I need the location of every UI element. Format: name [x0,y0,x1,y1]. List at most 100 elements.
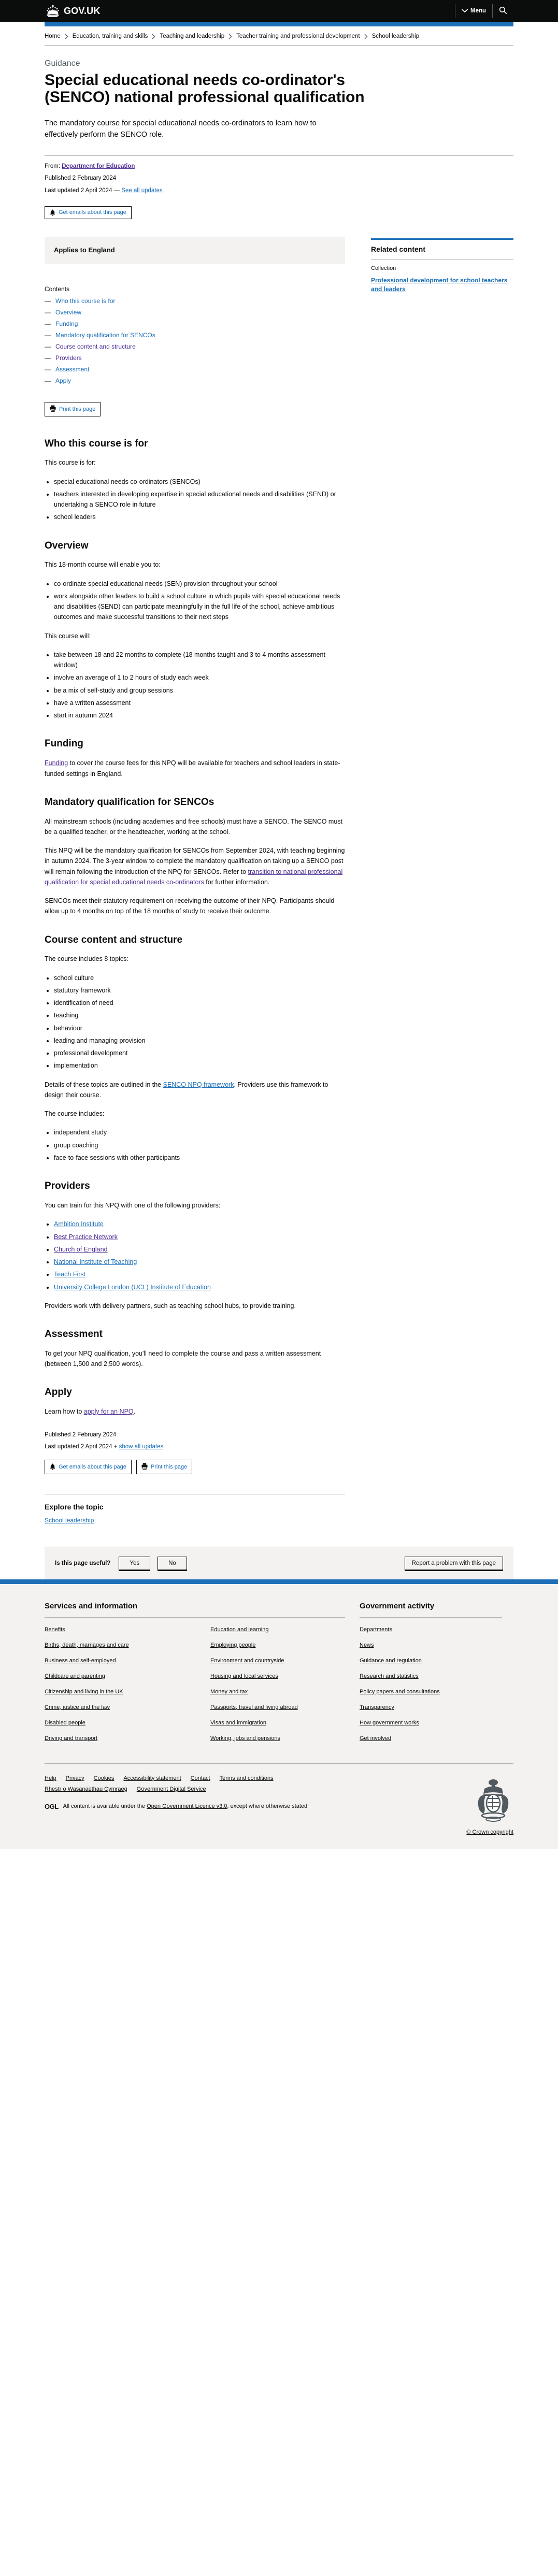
explore-topic-link[interactable]: School leadership [45,1517,345,1524]
footer-link-benefits[interactable]: Benefits [45,1627,65,1633]
report-problem-button[interactable]: Report a problem with this page [404,1556,503,1570]
published-label: Published [45,175,71,182]
footer-link-contact[interactable]: Contact [191,1775,210,1781]
menu-button[interactable]: Menu [455,0,492,22]
get-emails-button[interactable]: Get emails about this page [45,206,132,219]
feedback-no-button[interactable]: No [158,1556,187,1570]
list-item: Working, jobs and pensions [210,1733,345,1743]
section-heading-mandatory: Mandatory qualification for SENCOs [45,796,214,808]
contents-label: Contents [45,285,70,293]
contents-link-1[interactable]: Overview [55,309,81,316]
print-page-button-footer[interactable]: Print this page [136,1459,193,1474]
footer-link-citizenship[interactable]: Citizenship and living in the UK [45,1689,123,1695]
provider-link-2[interactable]: Church of England [54,1246,108,1253]
footer-link-passports[interactable]: Passports, travel and living abroad [210,1704,298,1710]
footer-link-business[interactable]: Business and self-employed [45,1658,116,1664]
footer-link-news[interactable]: News [360,1642,374,1648]
ogl-licence-link[interactable]: Open Government Licence v3.0 [147,1803,227,1809]
dash-icon: — [45,377,51,384]
royal-coat-of-arms-icon [410,1776,513,1822]
from-organisation-link[interactable]: Department for Education [62,163,135,169]
footer-link-research[interactable]: Research and statistics [360,1673,419,1679]
list-item: group coaching [54,1140,345,1150]
contents-link-6[interactable]: Assessment [55,366,89,373]
footer-link-working[interactable]: Working, jobs and pensions [210,1735,280,1742]
footer-link-childcare[interactable]: Childcare and parenting [45,1673,105,1679]
breadcrumb-item-2[interactable]: Teaching and leadership [160,33,224,39]
funding-paragraph-rest: to cover the course fees for this NPQ wi… [45,759,340,778]
providers-list: Ambition Institute Best Practice Network… [45,1219,345,1292]
footer-meta-row-1: Help Privacy Cookies Accessibility state… [45,1775,410,1781]
breadcrumb-item-1[interactable]: Education, training and skills [73,33,148,39]
print-page-button[interactable]: Print this page [45,401,101,416]
feedback-yes-button[interactable]: Yes [119,1556,151,1570]
footer-link-housing[interactable]: Housing and local services [210,1673,278,1679]
contents-link-2[interactable]: Funding [55,320,78,327]
overview-intro2: This course will: [45,632,91,640]
contents-link-5[interactable]: Providers [55,354,82,362]
footer-link-guidance[interactable]: Guidance and regulation [360,1658,422,1664]
related-content-link[interactable]: Professional development for school teac… [371,276,513,294]
footer-link-disabled[interactable]: Disabled people [45,1720,85,1726]
list-item: co-ordinate special educational needs (S… [54,579,345,589]
footer-link-visas[interactable]: Visas and immigration [210,1720,266,1726]
list-item: News [360,1640,502,1649]
footer-link-education[interactable]: Education and learning [210,1627,269,1633]
footer-link-births[interactable]: Births, death, marriages and care [45,1642,129,1648]
search-button[interactable] [493,0,513,22]
apply-for-npq-link[interactable]: apply for an NPQ [84,1408,134,1415]
footer-link-money[interactable]: Money and tax [210,1689,248,1695]
list-item: behaviour [54,1023,345,1033]
footer-link-employing[interactable]: Employing people [210,1642,255,1648]
footer-link-get-involved[interactable]: Get involved [360,1735,391,1742]
footer-link-accessibility[interactable]: Accessibility statement [123,1775,181,1781]
govuk-logo-link[interactable]: GOV.UK [45,4,101,18]
footer-link-cookies[interactable]: Cookies [94,1775,115,1781]
content-columns: Applies to England Contents — Who this co… [45,236,513,1524]
footer-link-help[interactable]: Help [45,1775,56,1781]
section-heading-course: Course content and structure [45,934,183,945]
breadcrumb-item-3[interactable]: Teacher training and professional develo… [236,33,360,39]
footer-link-welsh-services[interactable]: Rhestr o Wasanaethau Cymraeg [45,1786,127,1792]
section-heading-who: Who this course is for [45,438,148,449]
footer-link-environment[interactable]: Environment and countryside [210,1658,284,1664]
breadcrumb-item-0[interactable]: Home [45,33,61,39]
footer-link-terms[interactable]: Terms and conditions [220,1775,274,1781]
footer-link-how-government-works[interactable]: How government works [360,1720,419,1726]
provider-link-0[interactable]: Ambition Institute [54,1220,104,1228]
from-label: From: [45,163,61,169]
get-emails-button-footer[interactable]: Get emails about this page [45,1459,132,1474]
print-page-label: Print this page [59,406,96,412]
contents-link-0[interactable]: Who this course is for [55,297,115,305]
contents-link-7[interactable]: Apply [55,377,71,384]
ogl-licence-row: OGL All content is available under the O… [45,1803,410,1810]
footer-link-transparency[interactable]: Transparency [360,1704,394,1710]
footer-columns: Services and information Benefits Births… [45,1602,513,1749]
footer-link-driving[interactable]: Driving and transport [45,1735,97,1742]
published-date: 2 February 2024 [72,175,117,182]
apply-paragraph: Learn how to apply for an NPQ. [45,1406,345,1417]
provider-link-5[interactable]: University College London (UCL) Institut… [54,1284,211,1291]
footer-link-policy[interactable]: Policy papers and consultations [360,1689,440,1695]
funding-link[interactable]: Funding [45,759,68,767]
footer-link-privacy[interactable]: Privacy [66,1775,84,1781]
apply-before: Learn how to [45,1408,84,1416]
footer-link-departments[interactable]: Departments [360,1627,392,1633]
provider-link-4[interactable]: Teach First [54,1271,85,1278]
contents-link-4[interactable]: Course content and structure [55,343,136,350]
list-item: school leaders [54,512,345,522]
content-type-label: Guidance [45,59,80,68]
primary-column: Applies to England Contents — Who this co… [45,236,345,1524]
contents-link-3[interactable]: Mandatory qualification for SENCOs [55,332,155,339]
show-all-updates-link[interactable]: show all updates [119,1444,164,1450]
applies-to-box: Applies to England [45,236,345,264]
provider-link-3[interactable]: National Institute of Teaching [54,1258,137,1265]
senco-npq-framework-link[interactable]: SENCO NPQ framework [163,1081,234,1088]
crown-copyright-link[interactable]: © Crown copyright [466,1829,513,1835]
provider-link-1[interactable]: Best Practice Network [54,1233,118,1241]
footer-services-divider [45,1617,345,1618]
breadcrumb-item-4[interactable]: School leadership [372,33,419,39]
footer-link-crime[interactable]: Crime, justice and the law [45,1704,110,1710]
see-all-updates-link[interactable]: See all updates [121,188,162,194]
footer-link-gds[interactable]: Government Digital Service [137,1786,206,1792]
